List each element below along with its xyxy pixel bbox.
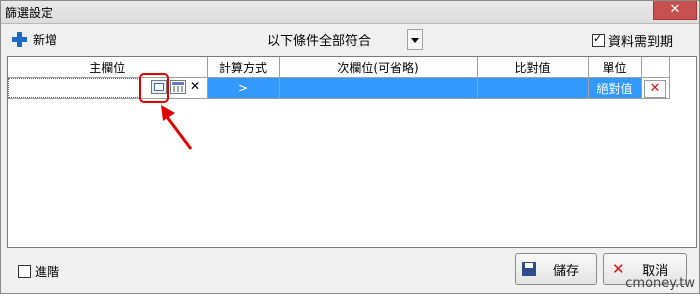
main-field-cell[interactable]: ✕ — [8, 77, 208, 99]
advanced-label: 進階 — [35, 265, 60, 279]
grid-header-row: 主欄位 計算方式 次欄位(可省略) 比對值 單位 — [8, 57, 670, 78]
window-title: 篩選設定 — [5, 6, 54, 20]
unit-cell[interactable]: 絕對值 — [588, 77, 642, 99]
plus-icon — [11, 31, 27, 47]
chevron-down-icon[interactable] — [407, 29, 423, 50]
header-unit: 單位 — [588, 57, 642, 78]
new-button[interactable]: 新增 — [7, 28, 61, 50]
clear-icon[interactable]: ✕ — [190, 79, 200, 93]
checkbox-checked-icon[interactable] — [592, 32, 605, 47]
condition-mode-value: 以下條件全部符合 — [266, 34, 371, 49]
header-delete — [641, 57, 670, 78]
condition-grid: 主欄位 計算方式 次欄位(可省略) 比對值 單位 ✕ > 絕對值 ✕ — [7, 56, 697, 248]
advanced-checkbox[interactable]: 進階 — [18, 263, 59, 280]
delete-row-button[interactable]: ✕ — [644, 79, 666, 98]
watermark: cmoney.tw — [625, 276, 695, 291]
operator-cell[interactable]: > — [207, 77, 280, 99]
header-secondary-field: 次欄位(可省略) — [279, 57, 478, 78]
main-field-input[interactable] — [8, 78, 140, 98]
title-bar: 篩選設定 ✕ — [1, 1, 699, 24]
compare-value-cell[interactable] — [477, 77, 589, 99]
annotation-arrow-icon — [161, 105, 193, 150]
calendar-icon[interactable] — [170, 80, 186, 94]
header-compare-value: 比對值 — [477, 57, 589, 78]
required-expiry-label: 資料需到期 — [608, 35, 674, 50]
filter-settings-dialog: 篩選設定 ✕ 新增 以下條件全部符合 資料需到期 主欄位 計算方式 次欄位(可省… — [0, 0, 700, 294]
close-icon: ✕ — [612, 260, 625, 278]
checkbox-unchecked-icon[interactable] — [18, 265, 31, 278]
table-row[interactable]: ✕ > 絕對值 ✕ — [8, 77, 670, 99]
required-expiry-checkbox[interactable]: 資料需到期 — [592, 31, 673, 50]
secondary-field-cell[interactable] — [279, 77, 478, 99]
save-button[interactable]: 儲存 — [515, 253, 597, 285]
new-button-label: 新增 — [33, 32, 58, 47]
save-button-label: 儲存 — [552, 263, 579, 279]
close-button[interactable]: ✕ — [653, 1, 697, 20]
toolbar: 新增 以下條件全部符合 資料需到期 — [1, 24, 699, 54]
floppy-disk-icon — [522, 262, 536, 276]
header-main-field: 主欄位 — [8, 57, 208, 78]
delete-cell: ✕ — [641, 77, 670, 99]
condition-mode-select[interactable]: 以下條件全部符合 — [231, 29, 423, 50]
header-operator: 計算方式 — [207, 57, 280, 78]
